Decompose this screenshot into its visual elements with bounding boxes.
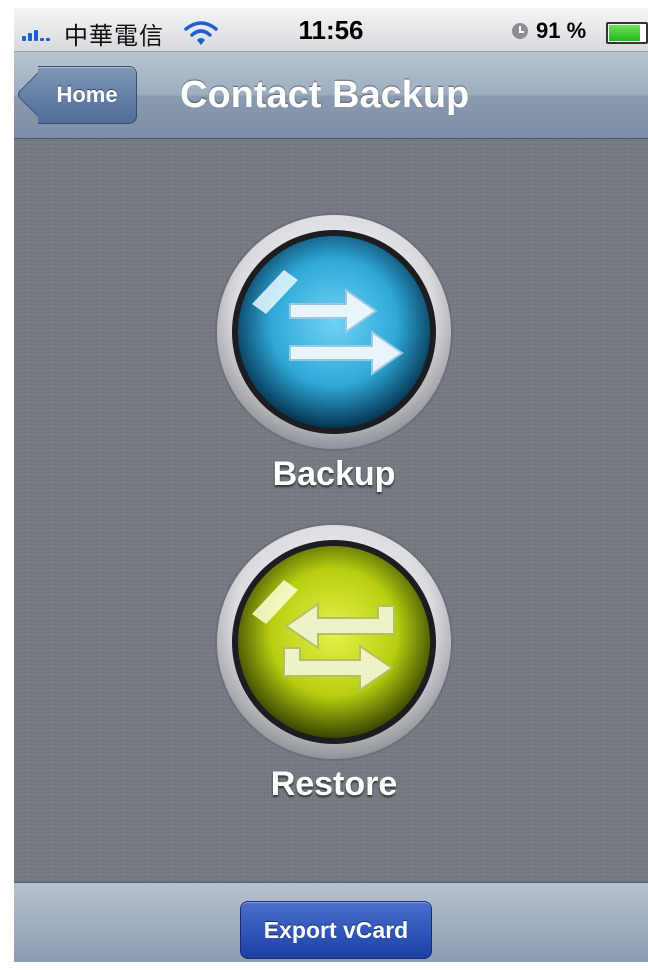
battery-level-fill bbox=[609, 25, 640, 41]
main-content: Backup Restore bbox=[14, 139, 648, 881]
bottom-toolbar: Export vCard bbox=[14, 882, 648, 962]
navigation-bar: Home Contact Backup bbox=[14, 52, 648, 139]
battery-percentage: 91 % bbox=[536, 18, 587, 43]
alarm-clock-icon bbox=[512, 23, 528, 39]
status-bar: 中華電信 11:56 91 % bbox=[14, 8, 648, 52]
backup-button[interactable] bbox=[214, 212, 454, 452]
export-vcard-button[interactable]: Export vCard bbox=[240, 901, 432, 959]
page-title: Contact Backup bbox=[180, 74, 470, 116]
restore-button[interactable] bbox=[214, 522, 454, 762]
restore-label[interactable]: Restore bbox=[184, 765, 484, 804]
battery-icon bbox=[606, 22, 648, 44]
home-back-button-label[interactable]: Home bbox=[38, 66, 137, 124]
phone-screen: 中華電信 11:56 91 % Home Contact Backup Back… bbox=[14, 8, 648, 962]
backup-label[interactable]: Backup bbox=[184, 455, 484, 494]
